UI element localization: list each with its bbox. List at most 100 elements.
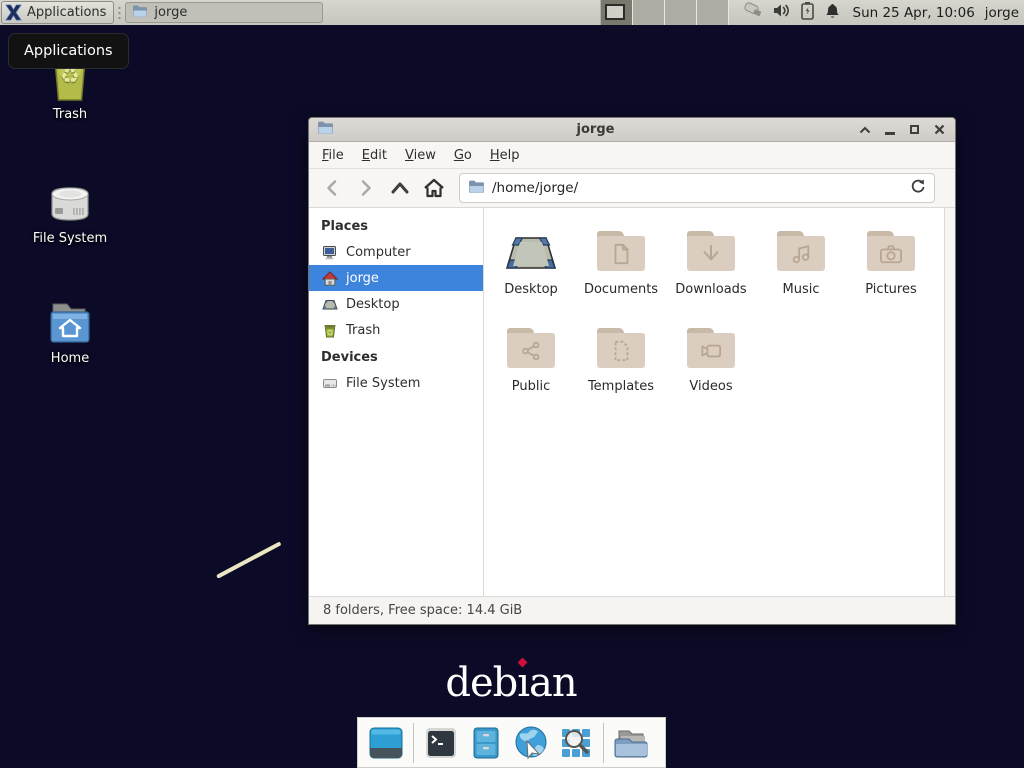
back-button[interactable] [315, 173, 349, 203]
menu-edit[interactable]: Edit [353, 144, 396, 167]
file-item-pictures[interactable]: Pictures [846, 222, 936, 319]
workspace-2[interactable] [633, 0, 665, 25]
file-item-documents[interactable]: Documents [576, 222, 666, 319]
sidebar-item-jorge[interactable]: jorge [309, 265, 483, 291]
file-label: Downloads [675, 282, 746, 297]
reload-icon [910, 178, 926, 194]
computer-icon [322, 245, 338, 260]
file-label: Desktop [504, 282, 558, 297]
sidebar-item-desktop[interactable]: Desktop [309, 291, 483, 317]
documents-folder-icon [597, 231, 645, 271]
mouse-trail-line [216, 541, 281, 578]
panel-handle[interactable] [117, 5, 122, 21]
folder-stack-icon [613, 727, 649, 759]
home-button[interactable] [417, 173, 451, 203]
home-folder-icon [45, 292, 95, 346]
download-icon [700, 243, 722, 265]
menu-file[interactable]: File [313, 144, 353, 167]
show-desktop-icon [369, 726, 403, 760]
desktop-icon-label: File System [33, 231, 107, 246]
close-button[interactable] [932, 122, 947, 137]
sidebar-item-filesystem[interactable]: File System [309, 370, 483, 396]
address-field[interactable]: /home/jorge/ [492, 180, 903, 196]
document-icon [610, 242, 632, 266]
workspace-4[interactable] [697, 0, 729, 25]
menu-view[interactable]: View [396, 144, 445, 167]
panel-clock[interactable]: Sun 25 Apr, 10:06 [849, 5, 985, 21]
file-manager-launcher[interactable] [468, 725, 504, 761]
file-item-downloads[interactable]: Downloads [666, 222, 756, 319]
desktop-icon-filesystem[interactable]: File System [22, 172, 118, 246]
applications-menu-label: Applications [27, 5, 106, 20]
path-bar[interactable]: /home/jorge/ [459, 173, 935, 203]
directory-launcher[interactable] [613, 725, 649, 761]
pictures-folder-icon [867, 231, 915, 271]
taskbar-window-button[interactable]: jorge [125, 2, 323, 23]
home-icon [322, 271, 338, 286]
file-item-videos[interactable]: Videos [666, 319, 756, 416]
shade-button[interactable] [857, 122, 872, 137]
file-item-desktop[interactable]: Desktop [486, 222, 576, 319]
path-folder-icon [468, 179, 485, 198]
folder-icon [132, 4, 148, 22]
sidebar: Places Computer [309, 208, 484, 596]
menu-go[interactable]: Go [445, 144, 481, 167]
window-folder-icon [317, 120, 334, 139]
desktop-icon-label: Trash [53, 107, 87, 122]
battery-icon[interactable] [800, 1, 815, 24]
workspace-1[interactable] [601, 0, 633, 25]
sidebar-item-label: Desktop [346, 297, 400, 312]
video-icon [699, 341, 723, 361]
file-label: Public [512, 379, 550, 394]
panel-username[interactable]: jorge [985, 5, 1024, 21]
notifications-icon[interactable] [824, 2, 841, 24]
file-item-music[interactable]: Music [756, 222, 846, 319]
logo-text: an [529, 660, 577, 706]
reload-button[interactable] [910, 178, 926, 198]
sidebar-item-computer[interactable]: Computer [309, 239, 483, 265]
up-button[interactable] [383, 173, 417, 203]
web-browser-launcher[interactable] [513, 725, 549, 761]
forward-button[interactable] [349, 173, 383, 203]
file-label: Documents [584, 282, 658, 297]
file-item-public[interactable]: Public [486, 319, 576, 416]
tray-device-icon[interactable] [741, 1, 763, 25]
public-folder-icon [507, 328, 555, 368]
templates-folder-icon [597, 328, 645, 368]
file-view[interactable]: Desktop Documents [484, 208, 955, 596]
xfce-logo-icon [5, 4, 22, 21]
workspace-3[interactable] [665, 0, 697, 25]
videos-folder-icon [687, 328, 735, 368]
desktop[interactable]: Applications jorge [0, 0, 1024, 768]
taskbar-window-label: jorge [154, 5, 187, 20]
debian-logo: debıan [380, 660, 642, 706]
menubar: File Edit View Go Help [309, 142, 955, 169]
sidebar-header-places: Places [309, 212, 483, 239]
minimize-button[interactable] [882, 122, 897, 137]
menu-help[interactable]: Help [481, 144, 529, 167]
sidebar-item-trash[interactable]: Trash [309, 317, 483, 343]
app-finder-launcher[interactable] [558, 725, 594, 761]
titlebar[interactable]: jorge [309, 118, 955, 142]
sidebar-item-label: jorge [346, 271, 379, 286]
sidebar-header-devices: Devices [309, 343, 483, 370]
desktop-icon [503, 222, 559, 280]
chevron-left-icon [324, 179, 340, 197]
terminal-launcher[interactable] [423, 725, 459, 761]
maximize-button[interactable] [907, 122, 922, 137]
desktop-icon-home[interactable]: Home [22, 292, 118, 366]
show-desktop-button[interactable] [368, 725, 404, 761]
applications-menu-button[interactable]: Applications [1, 1, 114, 24]
drive-icon [46, 172, 94, 226]
downloads-folder-icon [687, 231, 735, 271]
file-item-templates[interactable]: Templates [576, 319, 666, 416]
camera-icon [879, 243, 903, 265]
scrollbar-track[interactable] [944, 208, 955, 596]
status-text: 8 folders, Free space: 14.4 GiB [323, 603, 522, 618]
desktop-icon-label: Home [51, 351, 89, 366]
file-label: Videos [689, 379, 732, 394]
sidebar-item-label: File System [346, 376, 420, 391]
volume-icon[interactable] [772, 2, 791, 23]
home-icon [423, 178, 445, 198]
file-label: Pictures [865, 282, 916, 297]
